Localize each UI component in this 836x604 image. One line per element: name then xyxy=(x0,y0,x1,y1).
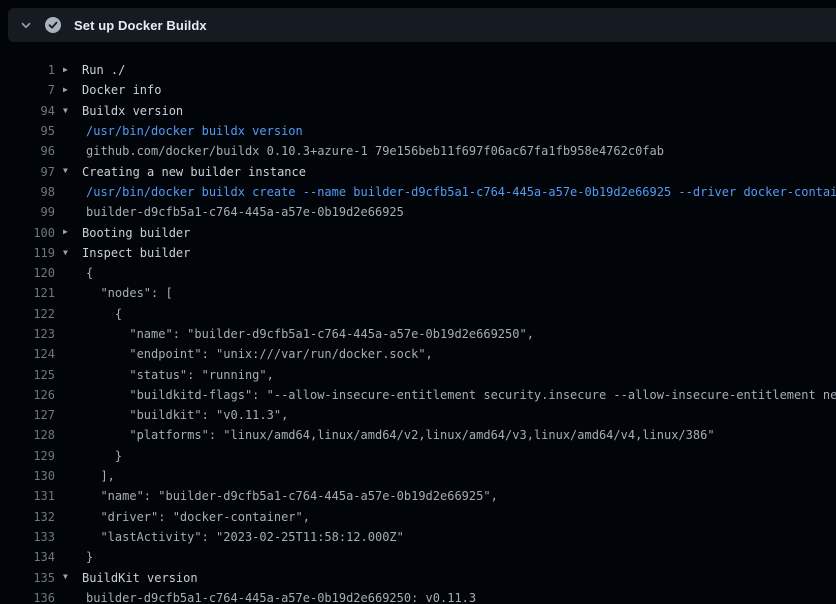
line-text[interactable]: Booting builder xyxy=(82,226,190,240)
line-text[interactable]: BuildKit version xyxy=(82,571,198,585)
line-number[interactable]: 131 xyxy=(0,489,55,503)
line-text: "platforms": "linux/amd64,linux/amd64/v2… xyxy=(86,428,715,442)
log-line: 125 "status": "running", xyxy=(0,364,836,384)
chevron-down-icon[interactable] xyxy=(18,17,34,33)
line-number[interactable]: 133 xyxy=(0,530,55,544)
line-text: "nodes": [ xyxy=(86,286,173,300)
line-number[interactable]: 120 xyxy=(0,266,55,280)
log-line: 124 "endpoint": "unix:///var/run/docker.… xyxy=(0,344,836,364)
line-text[interactable]: Inspect builder xyxy=(82,246,190,260)
log-container: 1 ▶ Run ./ 7 ▶ Docker info 94 ▼ Buildx v… xyxy=(0,42,836,604)
line-number[interactable]: 95 xyxy=(0,124,55,138)
log-line: 100 ▶ Booting builder xyxy=(0,222,836,242)
line-number[interactable]: 126 xyxy=(0,388,55,402)
log-line: 133 "lastActivity": "2023-02-25T11:58:12… xyxy=(0,527,836,547)
log-line: 132 "driver": "docker-container", xyxy=(0,507,836,527)
line-number[interactable]: 94 xyxy=(0,104,55,118)
line-text: "status": "running", xyxy=(86,368,274,382)
line-number[interactable]: 124 xyxy=(0,347,55,361)
line-text[interactable]: Creating a new builder instance xyxy=(82,165,306,179)
line-text: } xyxy=(86,449,122,463)
log-line: 123 "name": "builder-d9cfb5a1-c764-445a-… xyxy=(0,324,836,344)
line-number[interactable]: 96 xyxy=(0,144,55,158)
log-line: 126 "buildkitd-flags": "--allow-insecure… xyxy=(0,385,836,405)
actions-log-page: { "header": { "title": "Set up Docker Bu… xyxy=(0,8,836,604)
line-text: builder-d9cfb5a1-c764-445a-a57e-0b19d2e6… xyxy=(86,205,404,219)
line-number[interactable]: 127 xyxy=(0,408,55,422)
line-number[interactable]: 98 xyxy=(0,185,55,199)
log-line: 119 ▼ Inspect builder xyxy=(0,243,836,263)
log-line: 134 } xyxy=(0,547,836,567)
log-line: 97 ▼ Creating a new builder instance xyxy=(0,161,836,181)
line-text: "buildkit": "v0.11.3", xyxy=(86,408,288,422)
line-number[interactable]: 130 xyxy=(0,469,55,483)
line-number[interactable]: 125 xyxy=(0,368,55,382)
group-toggle-icon[interactable]: ▶ xyxy=(63,60,82,80)
group-toggle-icon[interactable]: ▶ xyxy=(63,80,82,100)
log-line: 98 /usr/bin/docker buildx create --name … xyxy=(0,182,836,202)
line-number[interactable]: 128 xyxy=(0,428,55,442)
group-toggle-icon[interactable]: ▼ xyxy=(63,101,82,121)
line-number[interactable]: 100 xyxy=(0,226,55,240)
line-number[interactable]: 123 xyxy=(0,327,55,341)
log-line: 99 builder-d9cfb5a1-c764-445a-a57e-0b19d… xyxy=(0,202,836,222)
log-line: 127 "buildkit": "v0.11.3", xyxy=(0,405,836,425)
line-text[interactable]: Docker info xyxy=(82,83,161,97)
line-text: "name": "builder-d9cfb5a1-c764-445a-a57e… xyxy=(86,327,534,341)
line-number[interactable]: 97 xyxy=(0,165,55,179)
log-line: 129 } xyxy=(0,446,836,466)
line-text: { xyxy=(86,307,122,321)
line-number[interactable]: 135 xyxy=(0,571,55,585)
log-line: 131 "name": "builder-d9cfb5a1-c764-445a-… xyxy=(0,486,836,506)
log-line: 135 ▼ BuildKit version xyxy=(0,567,836,587)
line-number[interactable]: 129 xyxy=(0,449,55,463)
line-text: } xyxy=(86,550,93,564)
line-text: ], xyxy=(86,469,115,483)
line-text: /usr/bin/docker buildx version xyxy=(86,124,303,138)
log-line: 136 builder-d9cfb5a1-c764-445a-a57e-0b19… xyxy=(0,588,836,604)
line-text: "lastActivity": "2023-02-25T11:58:12.000… xyxy=(86,530,404,544)
line-number[interactable]: 7 xyxy=(0,83,55,97)
step-header[interactable]: Set up Docker Buildx xyxy=(8,8,836,42)
log-line: 95 /usr/bin/docker buildx version xyxy=(0,121,836,141)
log-line: 1 ▶ Run ./ xyxy=(0,60,836,80)
line-text[interactable]: Run ./ xyxy=(82,63,125,77)
line-number[interactable]: 121 xyxy=(0,286,55,300)
line-text: "driver": "docker-container", xyxy=(86,510,310,524)
line-number[interactable]: 132 xyxy=(0,510,55,524)
line-text: { xyxy=(86,266,93,280)
line-number[interactable]: 122 xyxy=(0,307,55,321)
line-text: "buildkitd-flags": "--allow-insecure-ent… xyxy=(86,388,836,402)
log-line: 128 "platforms": "linux/amd64,linux/amd6… xyxy=(0,425,836,445)
line-text: github.com/docker/buildx 0.10.3+azure-1 … xyxy=(86,144,664,158)
step-title: Set up Docker Buildx xyxy=(74,18,207,33)
line-number[interactable]: 1 xyxy=(0,63,55,77)
group-toggle-icon[interactable]: ▶ xyxy=(63,222,82,242)
line-text: builder-d9cfb5a1-c764-445a-a57e-0b19d2e6… xyxy=(86,591,476,604)
log-line: 122 { xyxy=(0,304,836,324)
log-line: 7 ▶ Docker info xyxy=(0,80,836,100)
check-circle-icon xyxy=(45,17,61,33)
line-text[interactable]: Buildx version xyxy=(82,104,183,118)
log-line: 94 ▼ Buildx version xyxy=(0,101,836,121)
line-number[interactable]: 134 xyxy=(0,550,55,564)
group-toggle-icon[interactable]: ▼ xyxy=(63,161,82,181)
line-text: "name": "builder-d9cfb5a1-c764-445a-a57e… xyxy=(86,489,498,503)
log-line: 121 "nodes": [ xyxy=(0,283,836,303)
log-line: 96 github.com/docker/buildx 0.10.3+azure… xyxy=(0,141,836,161)
line-text: "endpoint": "unix:///var/run/docker.sock… xyxy=(86,347,433,361)
line-number[interactable]: 119 xyxy=(0,246,55,260)
group-toggle-icon[interactable]: ▼ xyxy=(63,243,82,263)
line-number[interactable]: 99 xyxy=(0,205,55,219)
line-number[interactable]: 136 xyxy=(0,591,55,604)
log-line: 130 ], xyxy=(0,466,836,486)
line-text: /usr/bin/docker buildx create --name bui… xyxy=(86,185,836,199)
group-toggle-icon[interactable]: ▼ xyxy=(63,567,82,587)
log-line: 120 { xyxy=(0,263,836,283)
